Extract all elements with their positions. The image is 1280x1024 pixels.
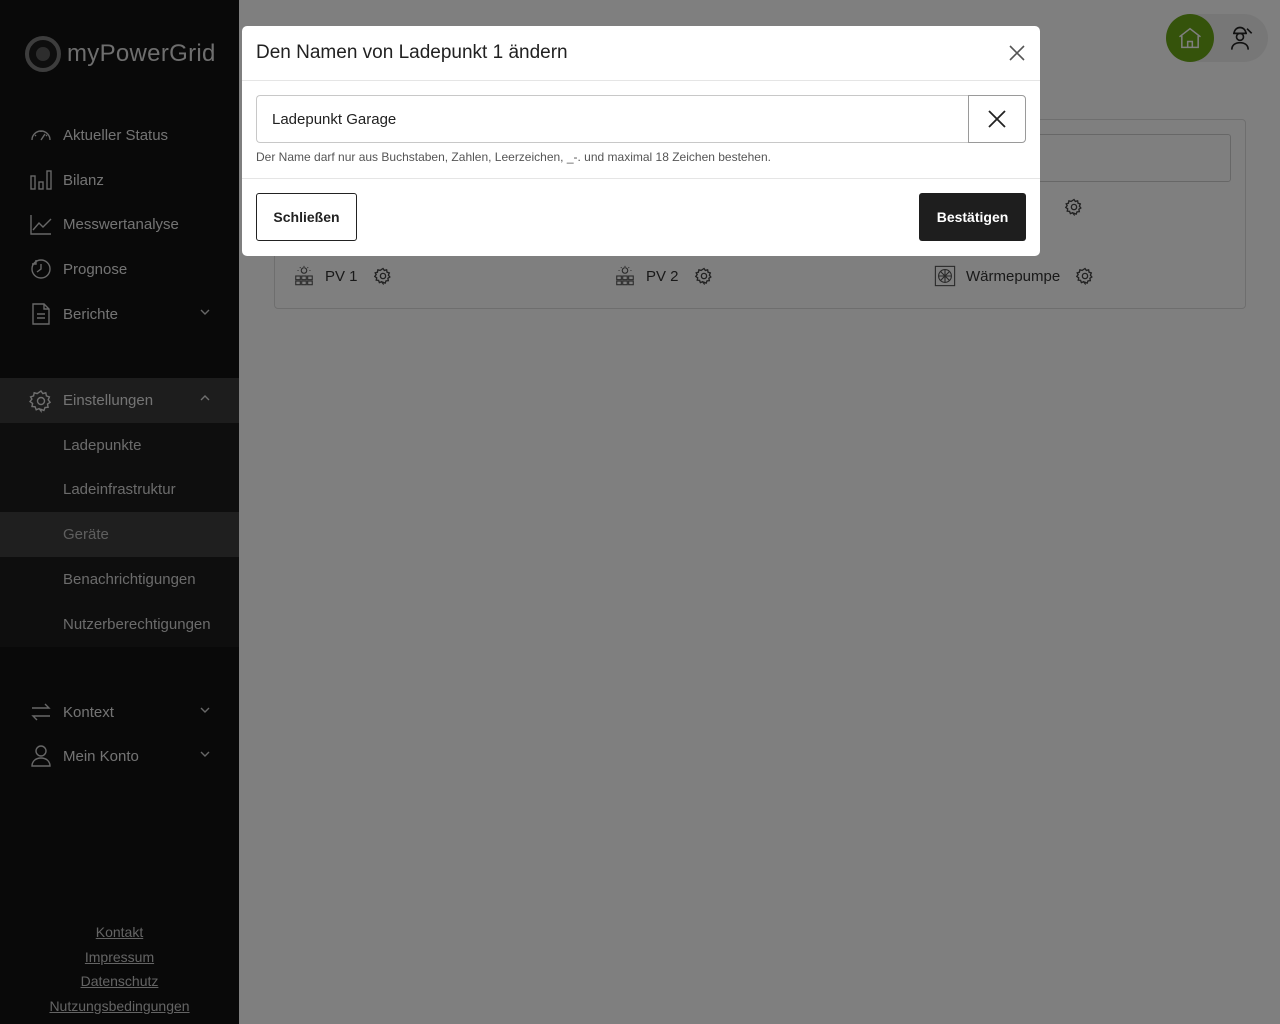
rename-dialog: Den Namen von Ladepunkt 1 ändern Der Nam… [242, 26, 1040, 256]
close-icon [988, 110, 1006, 128]
name-input[interactable] [256, 95, 968, 143]
clear-input-button[interactable] [968, 95, 1026, 143]
confirm-button[interactable]: Bestätigen [919, 193, 1026, 241]
dialog-title: Den Namen von Ladepunkt 1 ändern [256, 42, 568, 63]
dialog-footer: Schließen Bestätigen [242, 179, 1040, 255]
dialog-body: Der Name darf nur aus Buchstaben, Zahlen… [242, 81, 1040, 179]
name-input-group [256, 95, 1026, 143]
close-button[interactable]: Schließen [256, 193, 357, 241]
name-hint: Der Name darf nur aus Buchstaben, Zahlen… [256, 150, 771, 164]
close-icon[interactable] [1006, 42, 1028, 64]
dialog-header: Den Namen von Ladepunkt 1 ändern [242, 26, 1040, 81]
